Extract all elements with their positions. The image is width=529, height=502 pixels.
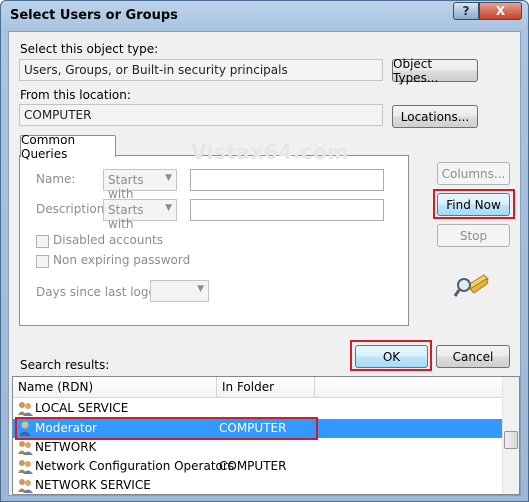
common-queries-panel: Name: Starts with ▼ Description: Starts … [19,155,409,326]
find-now-button[interactable]: Find Now [437,193,510,216]
table-row[interactable]: Network Configuration Operators COMPUTER [13,457,503,476]
disabled-accounts-checkbox[interactable] [36,235,49,248]
title-bar[interactable]: Select Users or Groups ? X [1,1,528,31]
group-icon [18,441,33,455]
cancel-button[interactable]: Cancel [436,345,510,368]
search-results-list[interactable]: Name (RDN) In Folder LOCAL SERVICE Moder… [12,376,520,495]
description-mode-select[interactable]: Starts with ▼ [103,199,177,231]
stop-button[interactable]: Stop [437,224,510,247]
dialog-client: Select this object type: Users, Groups, … [8,31,521,496]
group-icon [18,479,33,493]
column-header-blank [315,377,503,398]
non-expiring-label: Non expiring password [53,253,191,267]
non-expiring-checkbox[interactable] [36,255,49,268]
column-header-folder[interactable]: In Folder [217,377,315,398]
name-mode-value: Starts with [108,173,144,201]
days-since-logon-select[interactable]: ▼ [150,280,209,302]
name-input[interactable] [190,169,384,191]
results-scrollbar[interactable] [502,377,519,494]
row-name: LOCAL SERVICE [35,401,129,415]
table-row[interactable]: NETWORK [13,438,503,457]
window-title: Select Users or Groups [10,8,178,23]
chevron-down-icon: ▼ [197,284,204,294]
column-header-name[interactable]: Name (RDN) [13,377,217,398]
row-name: NETWORK [35,440,97,454]
tab-label: Common Queries [21,132,76,161]
search-results-label: Search results: [20,358,110,372]
table-row[interactable]: NETWORK SERVICE [13,476,503,494]
disabled-accounts-label: Disabled accounts [53,233,164,247]
description-input[interactable] [190,199,384,221]
chevron-down-icon: ▼ [165,173,172,183]
object-type-label: Select this object type: [20,42,159,56]
ok-button[interactable]: OK [355,345,428,368]
group-icon [18,402,33,416]
location-label: From this location: [20,88,131,102]
row-name: NETWORK SERVICE [35,478,151,492]
table-row[interactable]: LOCAL SERVICE [13,399,503,418]
locations-button[interactable]: Locations... [392,105,478,128]
row-name: Network Configuration Operators [35,459,235,473]
help-button[interactable]: ? [453,2,479,20]
close-button[interactable]: X [479,2,522,20]
moderator-highlight [15,417,318,440]
tab-common-queries[interactable]: Common Queries [20,133,116,161]
chevron-down-icon: ▼ [165,203,172,213]
days-since-logon-label: Days since last logon: [36,285,168,299]
description-label: Description: [36,202,109,216]
name-mode-select[interactable]: Starts with ▼ [103,169,177,201]
watermark: Vistax64.com [191,140,349,164]
scrollbar-thumb[interactable] [504,431,518,449]
dialog-window: Select Users or Groups ? X Select this o… [0,0,529,502]
object-type-field: Users, Groups, or Built-in security prin… [19,59,383,81]
row-folder: COMPUTER [219,459,287,473]
object-types-button[interactable]: Object Types... [392,57,478,85]
search-animation-icon [454,274,489,297]
group-icon [18,460,33,474]
name-label: Name: [36,172,76,186]
location-field: COMPUTER [19,104,383,126]
description-mode-value: Starts with [108,203,144,231]
columns-button[interactable]: Columns... [437,162,510,185]
